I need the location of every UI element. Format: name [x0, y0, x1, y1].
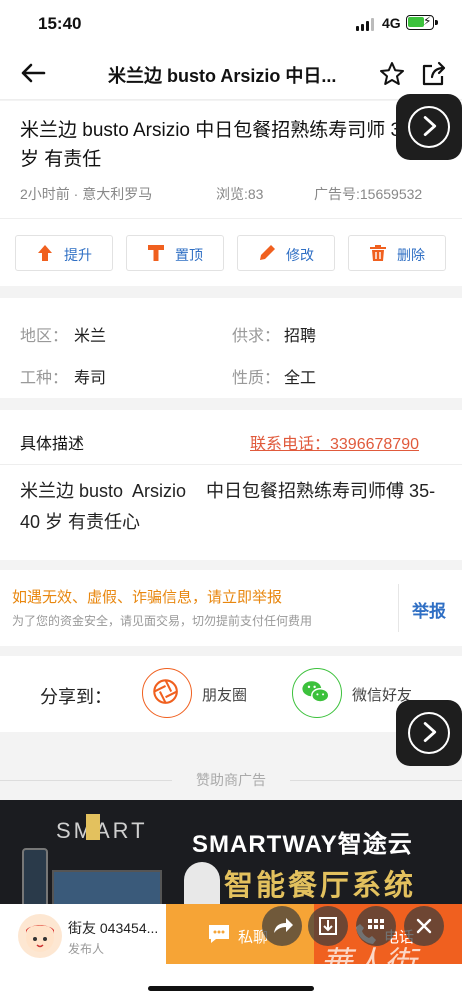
- poster-role: 发布人: [68, 942, 105, 956]
- promote-label: 提升: [64, 247, 92, 263]
- status-time: 15:40: [38, 14, 82, 33]
- robot-graphic: [184, 862, 220, 910]
- warning-card: [0, 570, 462, 646]
- favorite-star-icon[interactable]: [378, 60, 406, 88]
- divider: [0, 218, 462, 219]
- description-heading: 具体描述: [20, 436, 85, 453]
- info-card: [0, 298, 462, 398]
- pin-top-button[interactable]: 置顶: [126, 235, 224, 271]
- promote-button[interactable]: 提升: [15, 235, 113, 271]
- signal-icon: [356, 18, 376, 31]
- description-body: 米兰边 busto Arsizio 中日包餐招熟练寿司师傅 35-40 岁 有责…: [20, 481, 436, 532]
- warning-title: 如遇无效、虚假、诈骗信息，请立即举报: [12, 589, 283, 606]
- forward-button[interactable]: [262, 906, 302, 946]
- status-bar: 15:40 4G ⚡: [0, 0, 462, 48]
- pin-top-label: 置顶: [175, 247, 203, 263]
- ad-logo-mark: [86, 814, 100, 840]
- region-value: 米兰: [74, 328, 107, 345]
- report-button[interactable]: 举报: [412, 597, 446, 622]
- battery-icon: ⚡: [406, 14, 438, 30]
- wechat-icon: [302, 681, 330, 703]
- poster-name[interactable]: 街友 043454...: [68, 918, 158, 938]
- moments-share-label[interactable]: 朋友圈: [202, 684, 247, 705]
- avatar[interactable]: [18, 914, 62, 958]
- job-type-label: 工种：: [20, 370, 69, 387]
- page-title: 米兰边 busto Arsizio 中日...: [108, 66, 337, 86]
- forward-arrow-icon: [274, 918, 293, 933]
- home-indicator: [148, 986, 314, 991]
- moments-icon: [153, 679, 178, 704]
- moments-share-button[interactable]: [142, 668, 192, 718]
- pin-top-icon: [148, 245, 164, 261]
- post-views: 浏览:83: [216, 186, 264, 202]
- supply-label: 供求：: [232, 328, 281, 345]
- divider: [398, 584, 399, 632]
- sponsor-label: 赞助商广告: [196, 772, 266, 788]
- watermark-domain: HUAREN.JIE: [336, 978, 422, 990]
- nature-value: 全工: [284, 370, 317, 387]
- contact-phone-link[interactable]: 联系电话：3396678790: [250, 430, 419, 454]
- supply-value: 招聘: [284, 328, 317, 345]
- chevron-right-icon: [408, 106, 450, 148]
- region-label: 地区：: [20, 328, 69, 345]
- wechat-share-button[interactable]: [292, 668, 342, 718]
- edit-button[interactable]: 修改: [237, 235, 335, 271]
- nav-bar: 米兰边 busto Arsizio 中日...: [0, 48, 462, 100]
- post-time-location: 2小时前 · 意大利罗马: [20, 186, 153, 202]
- warning-subtitle: 为了您的资金安全，请见面交易，切勿提前支付任何费用: [12, 614, 313, 628]
- share-icon[interactable]: [420, 60, 448, 88]
- floating-next-button[interactable]: [396, 700, 462, 766]
- chevron-right-icon: [408, 712, 450, 754]
- network-type: 4G: [382, 15, 401, 31]
- back-arrow-icon[interactable]: [18, 58, 48, 88]
- share-label: 分享到：: [40, 687, 112, 707]
- trash-icon: [370, 245, 386, 261]
- job-type-value: 寿司: [74, 370, 107, 387]
- delete-button[interactable]: 删除: [348, 235, 446, 271]
- nature-label: 性质：: [232, 370, 281, 387]
- ad-tagline: 智能餐厅系统: [224, 870, 417, 902]
- post-title: 米兰边 busto Arsizio 中日包餐招熟练寿司师 35-40 岁 有责任: [20, 120, 440, 170]
- kiosk-graphic: [22, 848, 48, 910]
- ad-brand: SMARTWAY智途云: [192, 831, 413, 858]
- chat-bubble-icon: [209, 925, 229, 943]
- post-ad-id: 广告号:15659532: [314, 186, 423, 202]
- divider: [0, 464, 462, 465]
- pencil-icon: [260, 245, 275, 260]
- ad-logo: SMART: [56, 818, 148, 843]
- edit-label: 修改: [286, 247, 314, 263]
- arrow-up-icon: [38, 245, 52, 261]
- floating-next-button[interactable]: [396, 94, 462, 160]
- ad-banner[interactable]: SMART SMARTWAY智途云 智能餐厅系统: [0, 800, 462, 910]
- delete-label: 删除: [397, 247, 425, 263]
